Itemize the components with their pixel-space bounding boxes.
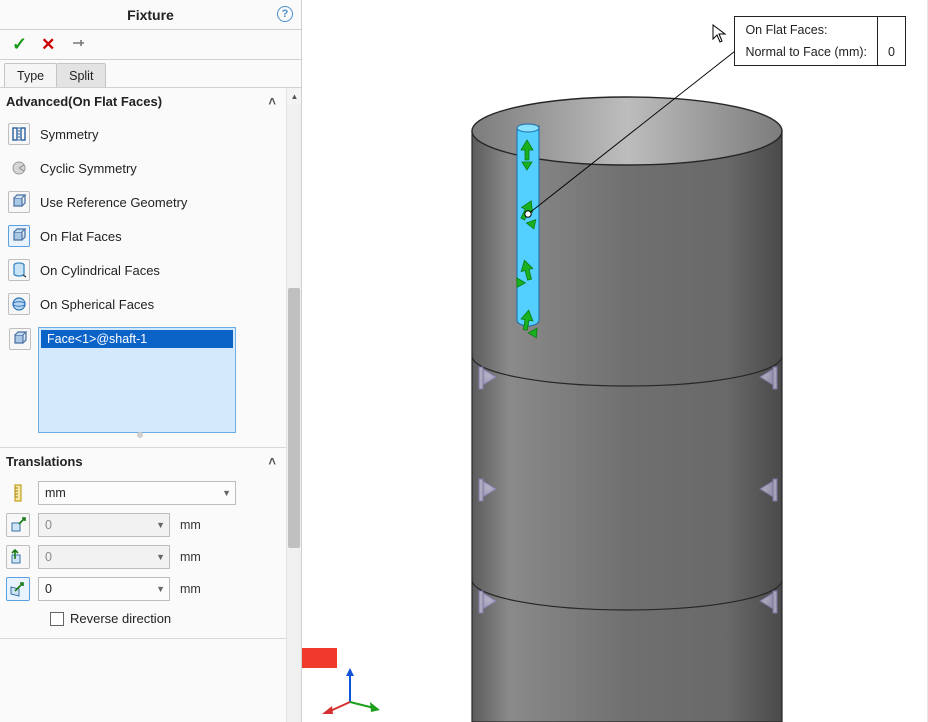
- cancel-button[interactable]: ✕: [41, 35, 55, 55]
- callout-box[interactable]: On Flat Faces: Normal to Face (mm): 0: [734, 16, 906, 66]
- spherical-faces-icon: [8, 293, 30, 315]
- direction1-input[interactable]: 0 ▼: [38, 513, 170, 537]
- tabs: Type Split: [0, 60, 301, 88]
- section-translations-title: Translations: [6, 454, 83, 469]
- view-triad[interactable]: [322, 668, 382, 714]
- chevron-down-icon: ▼: [156, 584, 165, 594]
- confirm-row: ✓ ✕: [0, 30, 301, 60]
- tab-split[interactable]: Split: [56, 63, 106, 87]
- scroll-thumb[interactable]: [288, 288, 300, 548]
- option-cyclic-symmetry[interactable]: Cyclic Symmetry: [6, 151, 280, 185]
- option-on-cylindrical-faces[interactable]: On Cylindrical Faces: [6, 253, 280, 287]
- fixture-property-panel: Fixture ? ✓ ✕ Type Split ▲ Advanced(: [0, 0, 302, 722]
- pin-button[interactable]: [69, 34, 87, 55]
- ok-button[interactable]: ✓: [12, 34, 27, 55]
- resize-handle-icon[interactable]: [137, 432, 143, 438]
- section-translations: Translations ˄ mm ▼: [0, 448, 286, 639]
- direction1-icon[interactable]: [6, 513, 30, 537]
- option-symmetry[interactable]: Symmetry: [6, 117, 280, 151]
- reverse-direction-row[interactable]: Reverse direction: [50, 611, 280, 626]
- option-symmetry-label: Symmetry: [40, 127, 99, 142]
- section-advanced: Advanced(On Flat Faces) ˄ Symmetry: [0, 88, 286, 448]
- flat-faces-icon: [8, 225, 30, 247]
- selection-filter-icon[interactable]: [9, 328, 31, 350]
- selection-list[interactable]: Face<1>@shaft-1: [38, 327, 236, 433]
- direction2-input[interactable]: 0 ▼: [38, 545, 170, 569]
- section-advanced-header[interactable]: Advanced(On Flat Faces) ˄: [0, 88, 286, 115]
- direction1-row: 0 ▼ mm: [6, 509, 280, 541]
- chevron-down-icon: ▼: [156, 552, 165, 562]
- direction2-value: 0: [45, 550, 52, 564]
- graphics-viewport[interactable]: On Flat Faces: Normal to Face (mm): 0: [302, 0, 928, 722]
- callout-line2-label: Normal to Face (mm):: [745, 45, 867, 59]
- normal-to-face-icon[interactable]: [6, 577, 30, 601]
- option-on-flat-faces[interactable]: On Flat Faces: [6, 219, 280, 253]
- option-cyclic-label: Cyclic Symmetry: [40, 161, 137, 176]
- panel-title: Fixture: [127, 7, 174, 23]
- callout-value[interactable]: 0: [877, 17, 905, 65]
- chevron-down-icon: ▼: [156, 520, 165, 530]
- symmetry-icon: [8, 123, 30, 145]
- normal-unit: mm: [180, 582, 201, 596]
- tab-type[interactable]: Type: [4, 63, 57, 87]
- collapse-icon: ˄: [268, 94, 276, 109]
- scrollbar[interactable]: ▲: [286, 88, 301, 722]
- option-cyl-label: On Cylindrical Faces: [40, 263, 160, 278]
- ruler-icon: [6, 481, 30, 505]
- direction2-unit: mm: [180, 550, 201, 564]
- direction1-unit: mm: [180, 518, 201, 532]
- direction2-row: 0 ▼ mm: [6, 541, 280, 573]
- panel-header: Fixture ?: [0, 0, 301, 30]
- option-on-spherical-faces[interactable]: On Spherical Faces: [6, 287, 280, 321]
- unit-row: mm ▼: [6, 477, 280, 509]
- option-sph-label: On Spherical Faces: [40, 297, 154, 312]
- direction2-icon[interactable]: [6, 545, 30, 569]
- reverse-direction-label: Reverse direction: [70, 611, 171, 626]
- normal-value: 0: [45, 582, 52, 596]
- reverse-direction-checkbox[interactable]: [50, 612, 64, 626]
- reference-geometry-icon: [8, 191, 30, 213]
- normal-row: 0 ▼ mm: [6, 573, 280, 605]
- direction1-value: 0: [45, 518, 52, 532]
- normal-input[interactable]: 0 ▼: [38, 577, 170, 601]
- unit-select[interactable]: mm ▼: [38, 481, 236, 505]
- option-use-reference-geometry[interactable]: Use Reference Geometry: [6, 185, 280, 219]
- option-flat-label: On Flat Faces: [40, 229, 122, 244]
- option-refgeom-label: Use Reference Geometry: [40, 195, 187, 210]
- unit-select-value: mm: [45, 486, 66, 500]
- selection-item[interactable]: Face<1>@shaft-1: [41, 330, 233, 348]
- section-translations-header[interactable]: Translations ˄: [0, 448, 286, 475]
- cylindrical-faces-icon: [8, 259, 30, 281]
- chevron-down-icon: ▼: [222, 488, 231, 498]
- callout-line1: On Flat Faces:: [745, 23, 867, 37]
- help-icon[interactable]: ?: [277, 6, 293, 22]
- model-render: [302, 0, 928, 722]
- scroll-up-icon[interactable]: ▲: [287, 88, 301, 104]
- cyclic-symmetry-icon: [8, 157, 30, 179]
- collapse-icon: ˄: [268, 454, 276, 469]
- section-advanced-title: Advanced(On Flat Faces): [6, 94, 162, 109]
- cursor-icon: [712, 24, 728, 44]
